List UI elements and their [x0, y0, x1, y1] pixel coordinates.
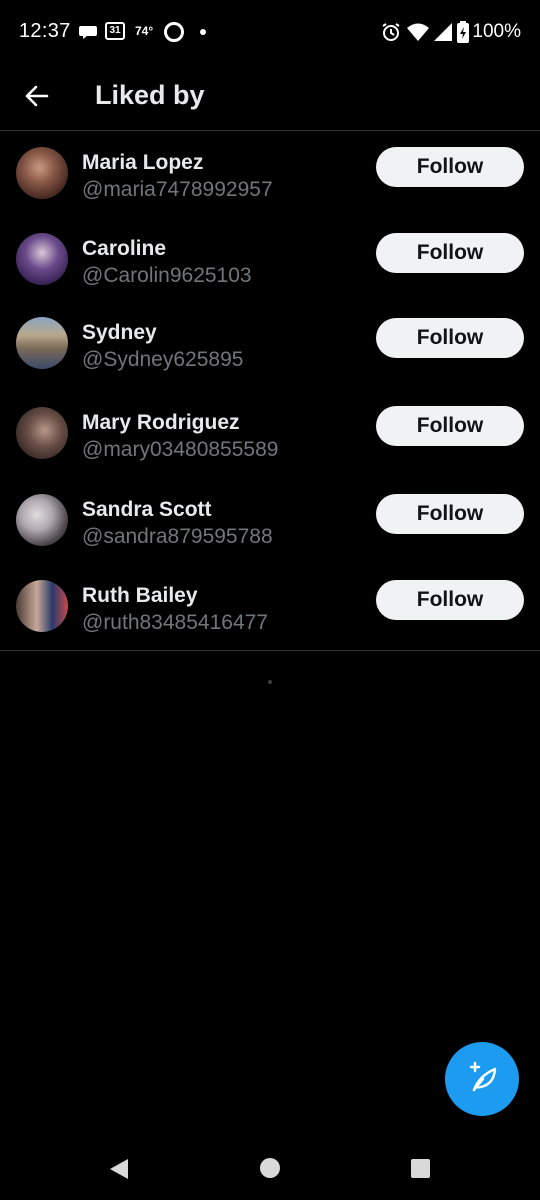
follow-button[interactable]: Follow [376, 233, 524, 273]
compose-button[interactable] [445, 1042, 519, 1116]
nav-home-icon[interactable] [260, 1158, 280, 1178]
cell-signal-icon [434, 23, 452, 41]
follow-button[interactable]: Follow [376, 318, 524, 358]
user-row[interactable]: Sandra Scott @sandra879595788 Follow [0, 479, 540, 565]
feather-plus-icon [469, 1061, 497, 1092]
wifi-icon [407, 23, 429, 41]
user-handle: @maria7478992957 [82, 178, 273, 201]
status-bar: 12:37 31 74° 100% [0, 0, 540, 66]
user-row[interactable]: Ruth Bailey @ruth83485416477 Follow [0, 565, 540, 650]
follow-button[interactable]: Follow [376, 494, 524, 534]
user-handle: @mary03480855589 [82, 438, 279, 461]
avatar[interactable] [16, 407, 68, 459]
user-row[interactable]: Maria Lopez @maria7478992957 Follow [0, 131, 540, 218]
nav-back-icon[interactable] [108, 1157, 130, 1181]
header: Liked by [0, 66, 540, 131]
back-arrow-icon[interactable] [20, 79, 54, 113]
battery-icon [457, 21, 469, 43]
user-name[interactable]: Sandra Scott [82, 498, 212, 522]
user-row[interactable]: Sydney @Sydney625895 Follow [0, 303, 540, 391]
user-row[interactable]: Caroline @Carolin9625103 Follow [0, 218, 540, 303]
avatar[interactable] [16, 580, 68, 632]
user-name[interactable]: Sydney [82, 321, 157, 345]
avatar[interactable] [16, 147, 68, 199]
weather-temp: 74° [135, 24, 154, 38]
avatar[interactable] [16, 233, 68, 285]
liked-by-list: Maria Lopez @maria7478992957 Follow Caro… [0, 131, 540, 651]
status-time: 12:37 [19, 20, 71, 42]
user-handle: @sandra879595788 [82, 525, 273, 548]
follow-button[interactable]: Follow [376, 147, 524, 187]
sync-ring-icon [164, 22, 184, 42]
user-handle: @Sydney625895 [82, 348, 244, 371]
page-title: Liked by [95, 80, 205, 110]
battery-percent: 100% [472, 21, 521, 42]
user-name[interactable]: Caroline [82, 237, 166, 261]
nav-recents-icon[interactable] [411, 1159, 430, 1178]
loading-indicator [268, 680, 272, 684]
avatar[interactable] [16, 494, 68, 546]
avatar[interactable] [16, 317, 68, 369]
user-name[interactable]: Mary Rodriguez [82, 411, 240, 435]
follow-button[interactable]: Follow [376, 406, 524, 446]
calendar-icon: 31 [105, 22, 125, 40]
user-handle: @Carolin9625103 [82, 264, 252, 287]
user-name[interactable]: Maria Lopez [82, 151, 203, 175]
follow-button[interactable]: Follow [376, 580, 524, 620]
chat-notification-icon [79, 26, 97, 39]
more-notifications-dot-icon [200, 29, 206, 35]
alarm-icon [382, 23, 400, 41]
user-row[interactable]: Mary Rodriguez @mary03480855589 Follow [0, 391, 540, 479]
user-name[interactable]: Ruth Bailey [82, 584, 198, 608]
user-handle: @ruth83485416477 [82, 611, 268, 634]
